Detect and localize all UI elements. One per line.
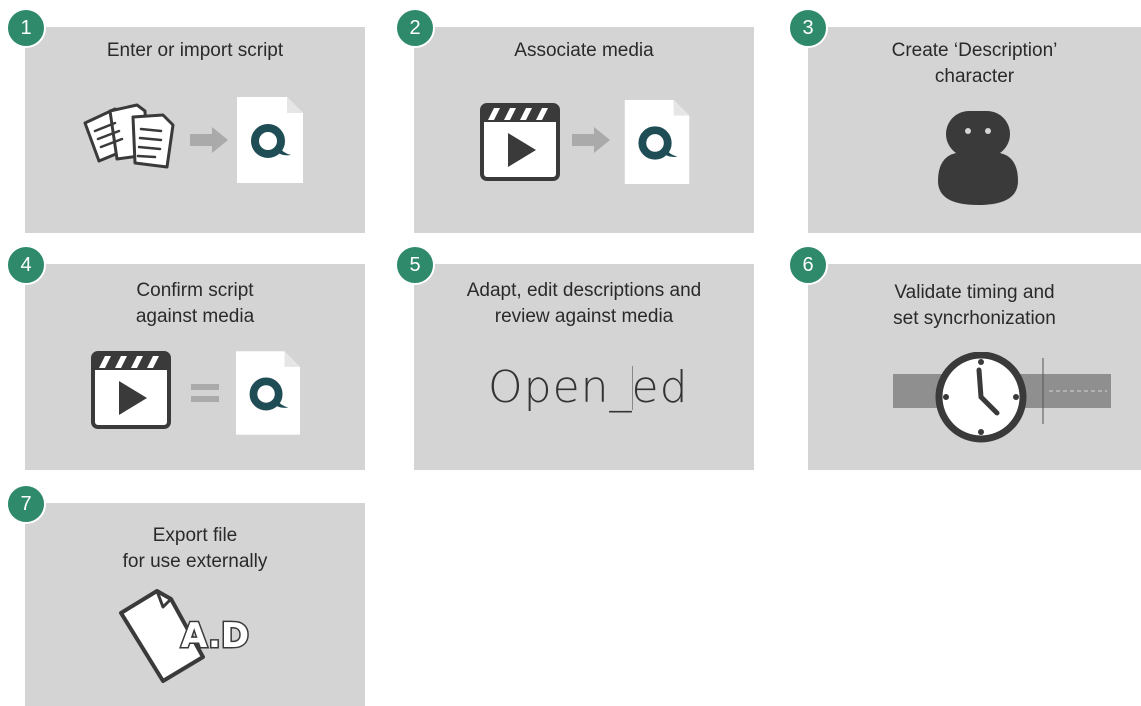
step-number-badge: 5 — [395, 245, 435, 285]
script-file-logo-icon — [237, 97, 303, 183]
export-file-icon: A.D — [119, 589, 251, 683]
equals-icon — [191, 384, 219, 402]
script-file-logo-icon — [236, 351, 300, 435]
step-number-badge: 1 — [6, 8, 46, 48]
step-title: Export file for use externally — [122, 525, 268, 572]
video-clapper-icon — [480, 103, 560, 181]
step-title: Create ‘Description’ character — [891, 40, 1058, 87]
step-title: Confirm script against media — [135, 280, 255, 327]
step-title: Adapt, edit descriptions and review agai… — [466, 280, 702, 327]
file-format-label: A.D — [181, 616, 249, 656]
step-title: Associate media — [514, 40, 654, 61]
arrow-right-icon — [190, 127, 228, 153]
script-file-logo-icon — [624, 100, 690, 184]
video-clapper-icon — [91, 351, 171, 429]
step-card-6: Validate timing and set syncrhonization — [808, 264, 1141, 470]
step-card-1: Enter or import script — [25, 27, 365, 233]
documents-icon — [83, 103, 175, 169]
step-card-2: Associate media — [414, 27, 754, 233]
step-title: Enter or import script — [106, 40, 284, 61]
arrow-right-icon — [572, 127, 610, 153]
step-card-7: Export file for use externally A.D — [25, 503, 365, 706]
step-card-3: Create ‘Description’ character — [808, 27, 1141, 233]
step-number-badge: 4 — [6, 245, 46, 285]
clock-timeline-icon — [893, 352, 1111, 443]
character-avatar-icon — [938, 111, 1018, 205]
editing-text-sample: Open_ed — [488, 362, 689, 413]
step-number-badge: 2 — [395, 8, 435, 48]
step-title: Validate timing and set syncrhonization — [893, 282, 1056, 329]
step-number-badge: 6 — [788, 245, 828, 285]
step-number-badge: 3 — [788, 8, 828, 48]
step-number-badge: 7 — [6, 484, 46, 524]
step-card-4: Confirm script against media — [25, 264, 365, 470]
step-card-5: Adapt, edit descriptions and review agai… — [414, 264, 754, 470]
